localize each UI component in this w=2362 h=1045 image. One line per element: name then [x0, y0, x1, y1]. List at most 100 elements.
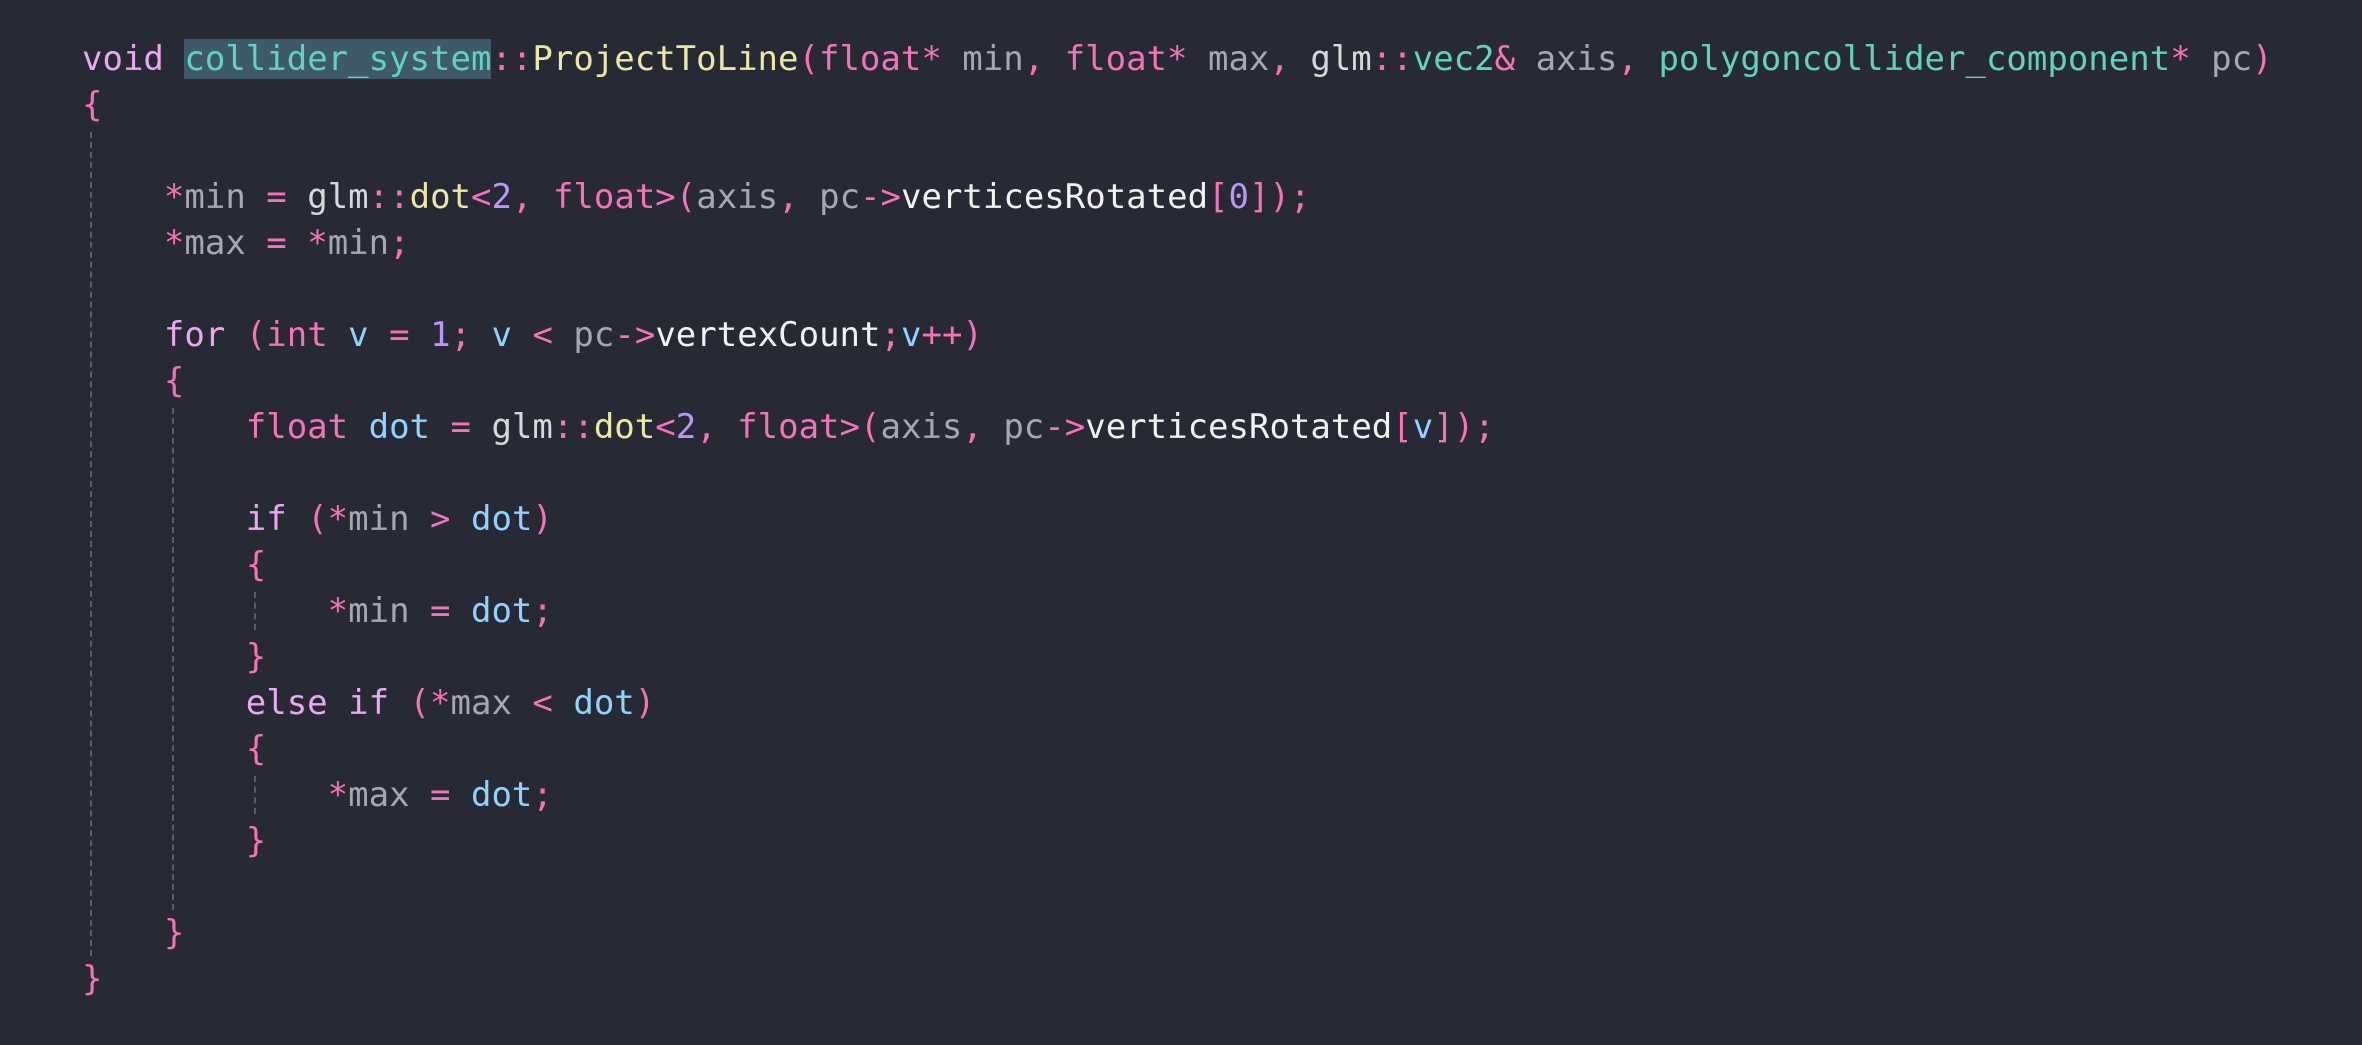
code-token: glm	[491, 407, 553, 447]
code-token: ->	[860, 177, 901, 217]
code-line[interactable]: }	[82, 956, 2273, 1002]
code-line[interactable]: *max = *min;	[82, 220, 2273, 266]
code-token: 2	[675, 407, 697, 447]
code-token: >(	[839, 407, 881, 447]
code-line[interactable]: {	[82, 358, 2273, 404]
code-token: ,	[1617, 39, 1638, 79]
code-token: (	[389, 683, 431, 723]
code-token: (	[798, 39, 819, 79]
code-token: =	[368, 315, 431, 355]
code-line[interactable]: *min = glm::dot<2, float>(axis, pc->vert…	[82, 174, 2273, 220]
code-token: <	[655, 407, 676, 447]
code-line[interactable]: float dot = glm::dot<2, float>(axis, pc-…	[82, 404, 2273, 450]
code-line[interactable]: }	[82, 910, 2273, 956]
code-token: axis	[1515, 39, 1618, 79]
code-token: 2	[491, 177, 512, 217]
code-line[interactable]	[82, 128, 2273, 174]
code-token: axis	[696, 177, 779, 217]
code-token: >(	[655, 177, 697, 217]
code-token: *	[327, 775, 349, 815]
code-token: axis	[880, 407, 963, 447]
code-token: 1	[430, 315, 451, 355]
code-line[interactable]	[82, 864, 2273, 910]
code-token: dot	[593, 407, 656, 447]
code-editor[interactable]: void collider_system::ProjectToLine(floa…	[0, 0, 2362, 1045]
code-line[interactable]: else if (*max < dot)	[82, 680, 2273, 726]
code-token: }	[245, 821, 267, 861]
code-token: v	[491, 315, 512, 355]
code-token: ,	[778, 177, 820, 217]
code-token: float	[245, 407, 349, 447]
code-token: *	[163, 223, 185, 263]
code-token: float	[737, 407, 840, 447]
code-line[interactable]: {	[82, 726, 2273, 772]
code-token: min	[348, 499, 410, 539]
code-token: >	[409, 499, 471, 539]
code-token: max	[184, 223, 246, 263]
code-token: *	[327, 499, 349, 539]
code-token: void	[82, 39, 164, 79]
code-line[interactable]	[82, 450, 2273, 496]
code-token: *	[327, 591, 349, 631]
code-line[interactable]: }	[82, 818, 2273, 864]
code-token: 0	[1228, 177, 1250, 217]
code-token: v	[900, 315, 922, 355]
code-token: ]);	[1433, 407, 1495, 447]
code-token: <	[512, 315, 574, 355]
code-token: ->	[1044, 407, 1086, 447]
code-token: ,	[511, 177, 553, 217]
code-token: {	[245, 545, 267, 585]
code-token: ;	[389, 223, 410, 263]
code-line[interactable]: *min = dot;	[82, 588, 2273, 634]
code-token: v	[348, 315, 369, 355]
code-token: ;	[450, 315, 492, 355]
code-token: (	[225, 315, 267, 355]
code-token: pc	[2190, 39, 2253, 79]
code-token: min	[348, 591, 410, 631]
code-token: if	[245, 499, 287, 539]
code-token: min	[941, 39, 1024, 79]
code-token: )	[2252, 39, 2273, 79]
code-line[interactable]: }	[82, 634, 2273, 680]
code-line[interactable]	[82, 266, 2273, 312]
code-token: =	[409, 775, 471, 815]
code-token: dot	[573, 683, 635, 723]
code-token: ;	[880, 315, 901, 355]
code-line[interactable]: {	[82, 542, 2273, 588]
code-line[interactable]: *max = dot;	[82, 772, 2273, 818]
code-token: }	[82, 959, 103, 999]
code-token: float	[1064, 39, 1168, 79]
code-token: ,	[696, 407, 738, 447]
code-token: &	[1494, 39, 1516, 79]
code-line[interactable]: for (int v = 1; v < pc->vertexCount;v++)	[82, 312, 2273, 358]
code-token: vertexCount	[655, 315, 881, 355]
code-token: else if	[245, 683, 390, 723]
code-token: ,	[1269, 39, 1290, 79]
code-token: }	[245, 637, 267, 677]
code-token: pc	[819, 177, 861, 217]
code-token: dot	[409, 177, 472, 217]
code-token: ;	[532, 591, 553, 631]
code-token: =	[409, 591, 471, 631]
code-line[interactable]: void collider_system::ProjectToLine(floa…	[82, 36, 2273, 82]
code-text-area[interactable]: void collider_system::ProjectToLine(floa…	[82, 36, 2273, 1002]
code-token: }	[163, 913, 185, 953]
code-token: *	[921, 39, 942, 79]
code-token: ::	[1371, 39, 1413, 79]
code-line[interactable]: {	[82, 82, 2273, 128]
code-token: ->	[614, 315, 656, 355]
code-line[interactable]: if (*min > dot)	[82, 496, 2273, 542]
